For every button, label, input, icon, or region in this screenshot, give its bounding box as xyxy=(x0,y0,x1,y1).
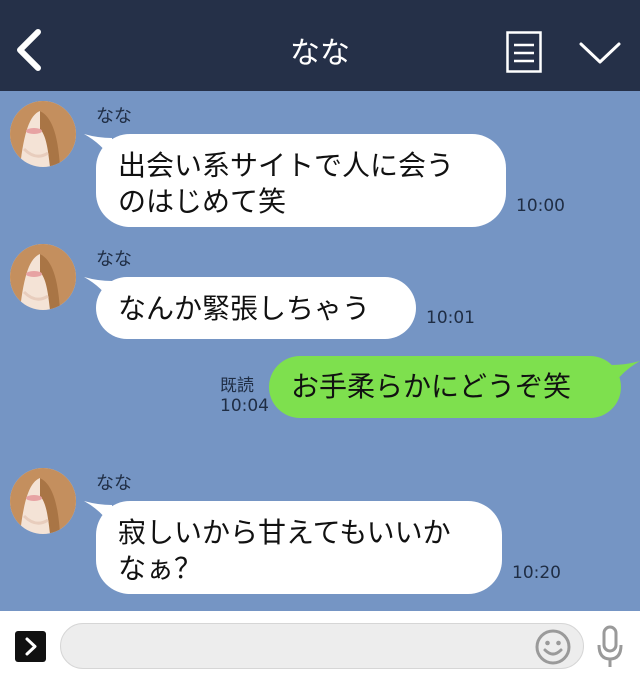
input-bar xyxy=(0,611,640,681)
read-label: 既読 xyxy=(220,376,254,396)
message-text: お手柔らかにどうぞ笑 xyxy=(291,370,572,403)
chat-title: なな xyxy=(290,36,350,71)
bubble-tail xyxy=(612,361,640,387)
message-bubble-incoming[interactable]: 寂しいから甘えてもいいか なぁ？ xyxy=(96,501,502,594)
message-text: のはじめて笑 xyxy=(118,185,287,218)
avatar[interactable] xyxy=(10,244,76,310)
message-input[interactable] xyxy=(60,623,584,669)
message-text: 寂しいから甘えてもいいか xyxy=(118,516,451,549)
microphone-icon[interactable] xyxy=(594,625,626,669)
message-text: なんか緊張しちゃう xyxy=(118,292,371,325)
message-text: 出会い系サイトで人に会う xyxy=(118,149,455,182)
message-time: 10:20 xyxy=(512,563,561,583)
message-bubble-outgoing[interactable]: お手柔らかにどうぞ笑 xyxy=(269,356,621,418)
emoji-icon[interactable] xyxy=(534,628,572,666)
memo-icon[interactable] xyxy=(506,31,542,73)
message-time: 10:00 xyxy=(516,196,565,216)
chevron-down-icon[interactable] xyxy=(578,40,622,66)
avatar[interactable] xyxy=(10,468,76,534)
message-bubble-incoming[interactable]: なんか緊張しちゃう xyxy=(96,277,416,339)
chat-header: なな xyxy=(0,0,640,91)
message-time: 10:04 xyxy=(220,396,269,416)
expand-button[interactable] xyxy=(15,631,46,662)
message-bubble-incoming[interactable]: 出会い系サイトで人に会う のはじめて笑 xyxy=(96,134,506,227)
message-text: なぁ？ xyxy=(118,552,203,585)
avatar[interactable] xyxy=(10,101,76,167)
read-status: 既読 10:04 xyxy=(220,376,269,416)
sender-name: なな xyxy=(96,473,132,494)
message-time: 10:01 xyxy=(426,308,475,328)
sender-name: なな xyxy=(96,106,132,127)
sender-name: なな xyxy=(96,249,132,270)
expand-icon xyxy=(25,637,37,656)
chat-area[interactable]: なな 出会い系サイトで人に会う のはじめて笑 10:00 なな なんか緊張しちゃ… xyxy=(0,91,640,611)
